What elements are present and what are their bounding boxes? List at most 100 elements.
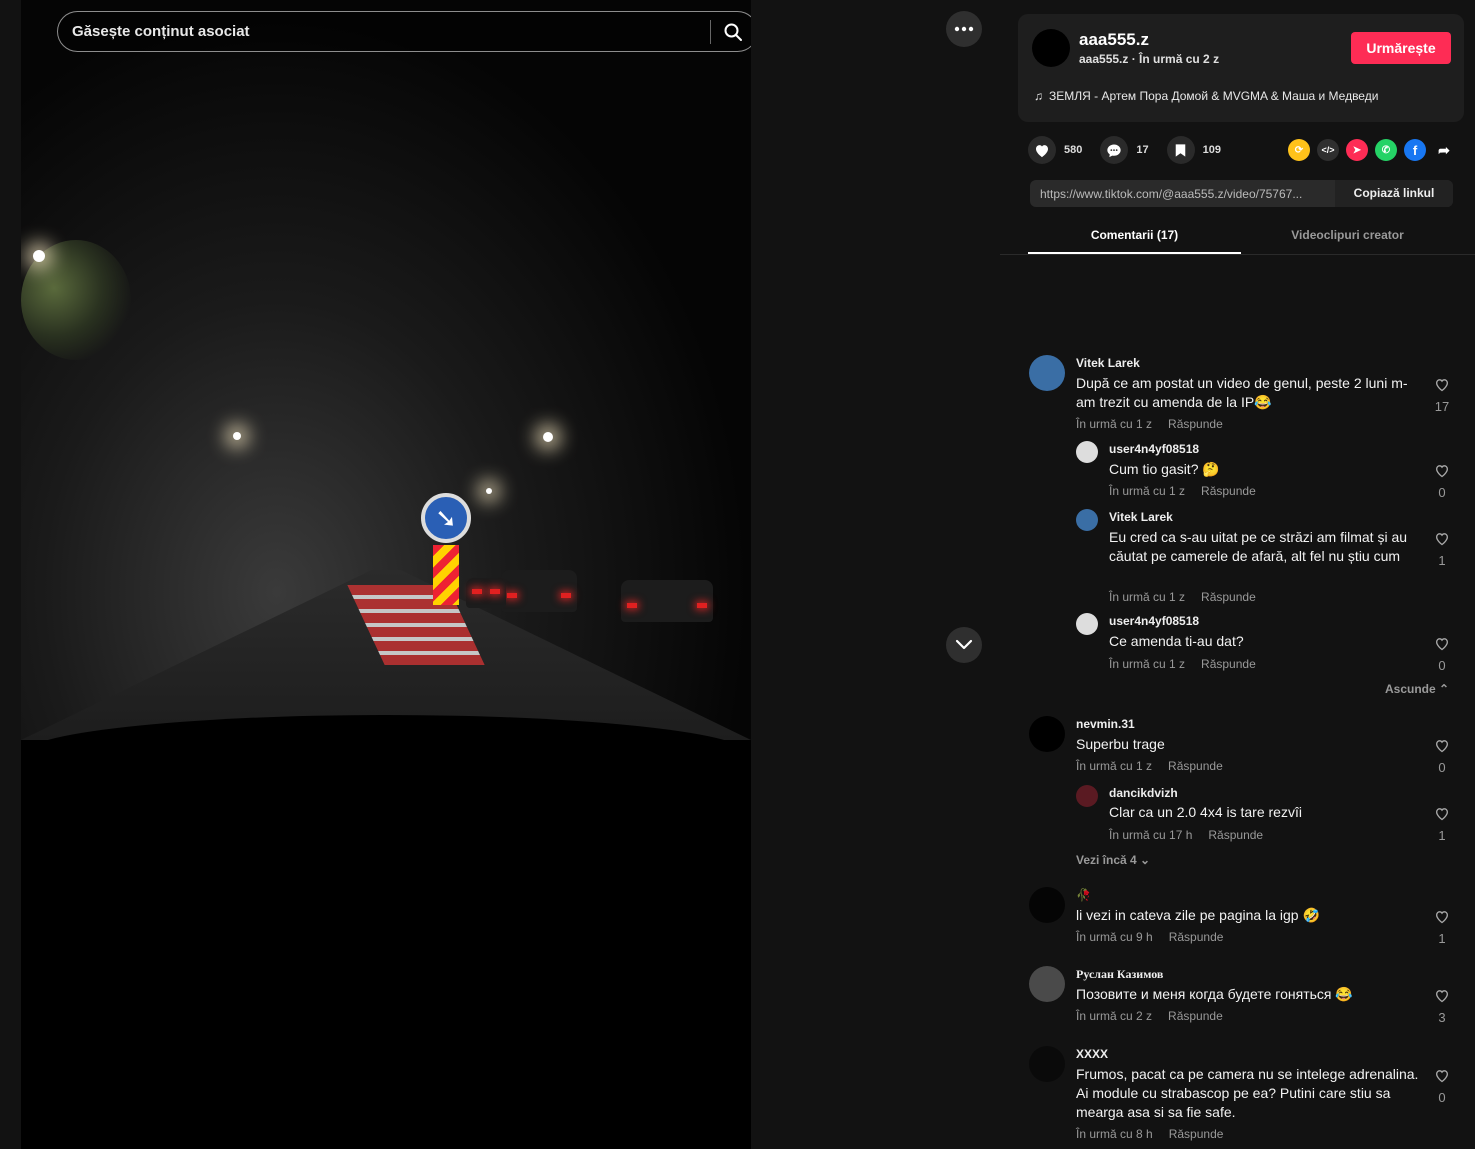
search-bar[interactable]: Găsește conținut asociat: [57, 11, 751, 52]
like-count: 3: [1438, 1010, 1446, 1025]
comment-like[interactable]: 17: [1432, 377, 1452, 414]
reply-button[interactable]: Răspunde: [1201, 657, 1256, 671]
share-arrow-icon[interactable]: ➦: [1433, 139, 1455, 161]
reply-button[interactable]: Răspunde: [1169, 930, 1224, 944]
heart-outline-icon: [1435, 990, 1449, 1003]
video-frame: ➘: [21, 0, 751, 755]
comment-text: Eu cred ca s-au uitat pe ce străzi am fi…: [1109, 529, 1408, 564]
comment-time: În urmă cu 1 z: [1076, 759, 1153, 773]
hide-replies-button[interactable]: Ascunde ⌃: [1385, 682, 1449, 696]
street-lamp: [543, 432, 553, 442]
chevron-down-icon: [955, 639, 973, 650]
like-count: 0: [1438, 485, 1446, 500]
avatar[interactable]: [1029, 716, 1065, 752]
copy-link-button[interactable]: Copiază linkul: [1335, 180, 1453, 207]
music-title: ЗЕМЛЯ - Артем Пора Домой & MVGMA & Маша …: [1049, 89, 1379, 103]
avatar[interactable]: [1076, 509, 1098, 531]
comment-username[interactable]: nevmin.31: [1076, 717, 1135, 731]
comment-text: Clar ca un 2.0 4x4 is tare rezvîi: [1109, 804, 1302, 820]
comment-time: În urmă cu 1 z: [1109, 657, 1186, 671]
music-info[interactable]: ♫ ЗЕМЛЯ - Артем Пора Домой & MVGMA & Маша…: [1034, 89, 1384, 103]
comment-text: Superbu trage: [1076, 736, 1165, 752]
comment-button[interactable]: [1100, 136, 1129, 164]
like-button[interactable]: [1028, 136, 1056, 164]
comment-meta: În urmă cu 1 z Răspunde: [1076, 759, 1223, 773]
striped-pole: [433, 545, 459, 605]
view-more-replies-button[interactable]: Vezi încă 4 ⌄: [1076, 853, 1150, 867]
reply-button[interactable]: Răspunde: [1201, 484, 1256, 498]
like-count: 1: [1438, 931, 1446, 946]
avatar[interactable]: [1076, 785, 1098, 807]
reply-button[interactable]: Răspunde: [1168, 417, 1223, 431]
avatar[interactable]: [1029, 1046, 1065, 1082]
reply-button[interactable]: Răspunde: [1201, 590, 1256, 604]
save-stat[interactable]: 109: [1166, 136, 1221, 164]
comment-like[interactable]: 1: [1432, 909, 1452, 946]
comment-time: În urmă cu 1 z: [1109, 590, 1186, 604]
reply-button[interactable]: Răspunde: [1208, 828, 1263, 842]
comment-text: Ce amenda ti-au dat?: [1109, 633, 1244, 649]
heart-outline-icon: [1435, 911, 1449, 924]
follow-button[interactable]: Urmărește: [1351, 32, 1451, 64]
author-name[interactable]: aaa555.z: [1079, 30, 1149, 50]
comment-like[interactable]: 1: [1432, 806, 1452, 843]
heart-outline-icon: [1435, 740, 1449, 753]
author-avatar[interactable]: [1032, 29, 1070, 67]
comment-text: După ce am postat un video de genul, pes…: [1076, 375, 1408, 410]
tabs: Comentarii (17) Videoclipuri creator: [1028, 222, 1454, 254]
more-options-button[interactable]: [946, 11, 982, 47]
comment-username[interactable]: user4n4yf08518: [1109, 614, 1199, 628]
video-link[interactable]: https://www.tiktok.com/@aaa555.z/video/7…: [1040, 187, 1336, 201]
heart-outline-icon: [1435, 808, 1449, 821]
comment-like[interactable]: 0: [1432, 738, 1452, 775]
reply-button[interactable]: Răspunde: [1168, 759, 1223, 773]
search-icon[interactable]: [723, 22, 743, 42]
avatar[interactable]: [1076, 613, 1098, 635]
tab-creator-videos[interactable]: Videoclipuri creator: [1241, 222, 1454, 254]
road-sign: ➘: [421, 493, 471, 543]
comment-like[interactable]: 0: [1432, 463, 1452, 500]
comment-username[interactable]: 🥀: [1076, 888, 1091, 902]
avatar[interactable]: [1029, 966, 1065, 1002]
author-card: aaa555.z aaa555.z · În urmă cu 2 z Urmăr…: [1018, 14, 1464, 122]
reply-button[interactable]: Răspunde: [1169, 1127, 1224, 1141]
avatar[interactable]: [1076, 441, 1098, 463]
like-count: 0: [1438, 1090, 1446, 1105]
like-count: 1: [1438, 828, 1446, 843]
comment-username[interactable]: Руслан Казимов: [1076, 967, 1163, 982]
comment-meta: În urmă cu 2 z Răspunde: [1076, 1009, 1223, 1023]
comment-time: În urmă cu 1 z: [1109, 484, 1186, 498]
avatar[interactable]: [1029, 355, 1065, 391]
comment-count: 17: [1136, 144, 1149, 156]
like-count: 0: [1438, 760, 1446, 775]
comment-like[interactable]: 3: [1432, 988, 1452, 1025]
send-icon[interactable]: ➤: [1346, 139, 1368, 161]
search-input[interactable]: Găsește conținut asociat: [72, 23, 250, 40]
comment-meta: În urmă cu 17 h Răspunde: [1109, 828, 1263, 842]
facebook-icon[interactable]: f: [1404, 139, 1426, 161]
video-player[interactable]: ➘ Găsește conținut asociat: [21, 0, 751, 1149]
like-stat[interactable]: 580: [1028, 136, 1082, 164]
comment-username[interactable]: dancikdvizh: [1109, 786, 1178, 800]
next-video-button[interactable]: [946, 627, 982, 663]
avatar[interactable]: [1029, 887, 1065, 923]
hide-replies-label: Ascunde: [1385, 682, 1436, 696]
embed-icon[interactable]: </>: [1317, 139, 1339, 161]
comment-like[interactable]: 0: [1432, 1068, 1452, 1105]
car: [466, 578, 506, 608]
comment-username[interactable]: Vitek Larek: [1109, 510, 1173, 524]
heart-outline-icon: [1435, 638, 1449, 651]
tab-comments[interactable]: Comentarii (17): [1028, 222, 1241, 254]
comment-username[interactable]: XXXX: [1076, 1047, 1108, 1061]
whatsapp-icon[interactable]: ✆: [1375, 139, 1397, 161]
comment-meta: În urmă cu 8 h Răspunde: [1076, 1127, 1223, 1141]
repost-icon[interactable]: ⟳: [1288, 139, 1310, 161]
reply-button[interactable]: Răspunde: [1168, 1009, 1223, 1023]
comment-like[interactable]: 1: [1432, 531, 1452, 568]
comment-like[interactable]: 0: [1432, 636, 1452, 673]
comment-stat[interactable]: 17: [1100, 136, 1149, 164]
save-button[interactable]: [1166, 136, 1195, 164]
comment-username[interactable]: user4n4yf08518: [1109, 442, 1199, 456]
car: [621, 580, 713, 622]
comment-username[interactable]: Vitek Larek: [1076, 356, 1140, 370]
